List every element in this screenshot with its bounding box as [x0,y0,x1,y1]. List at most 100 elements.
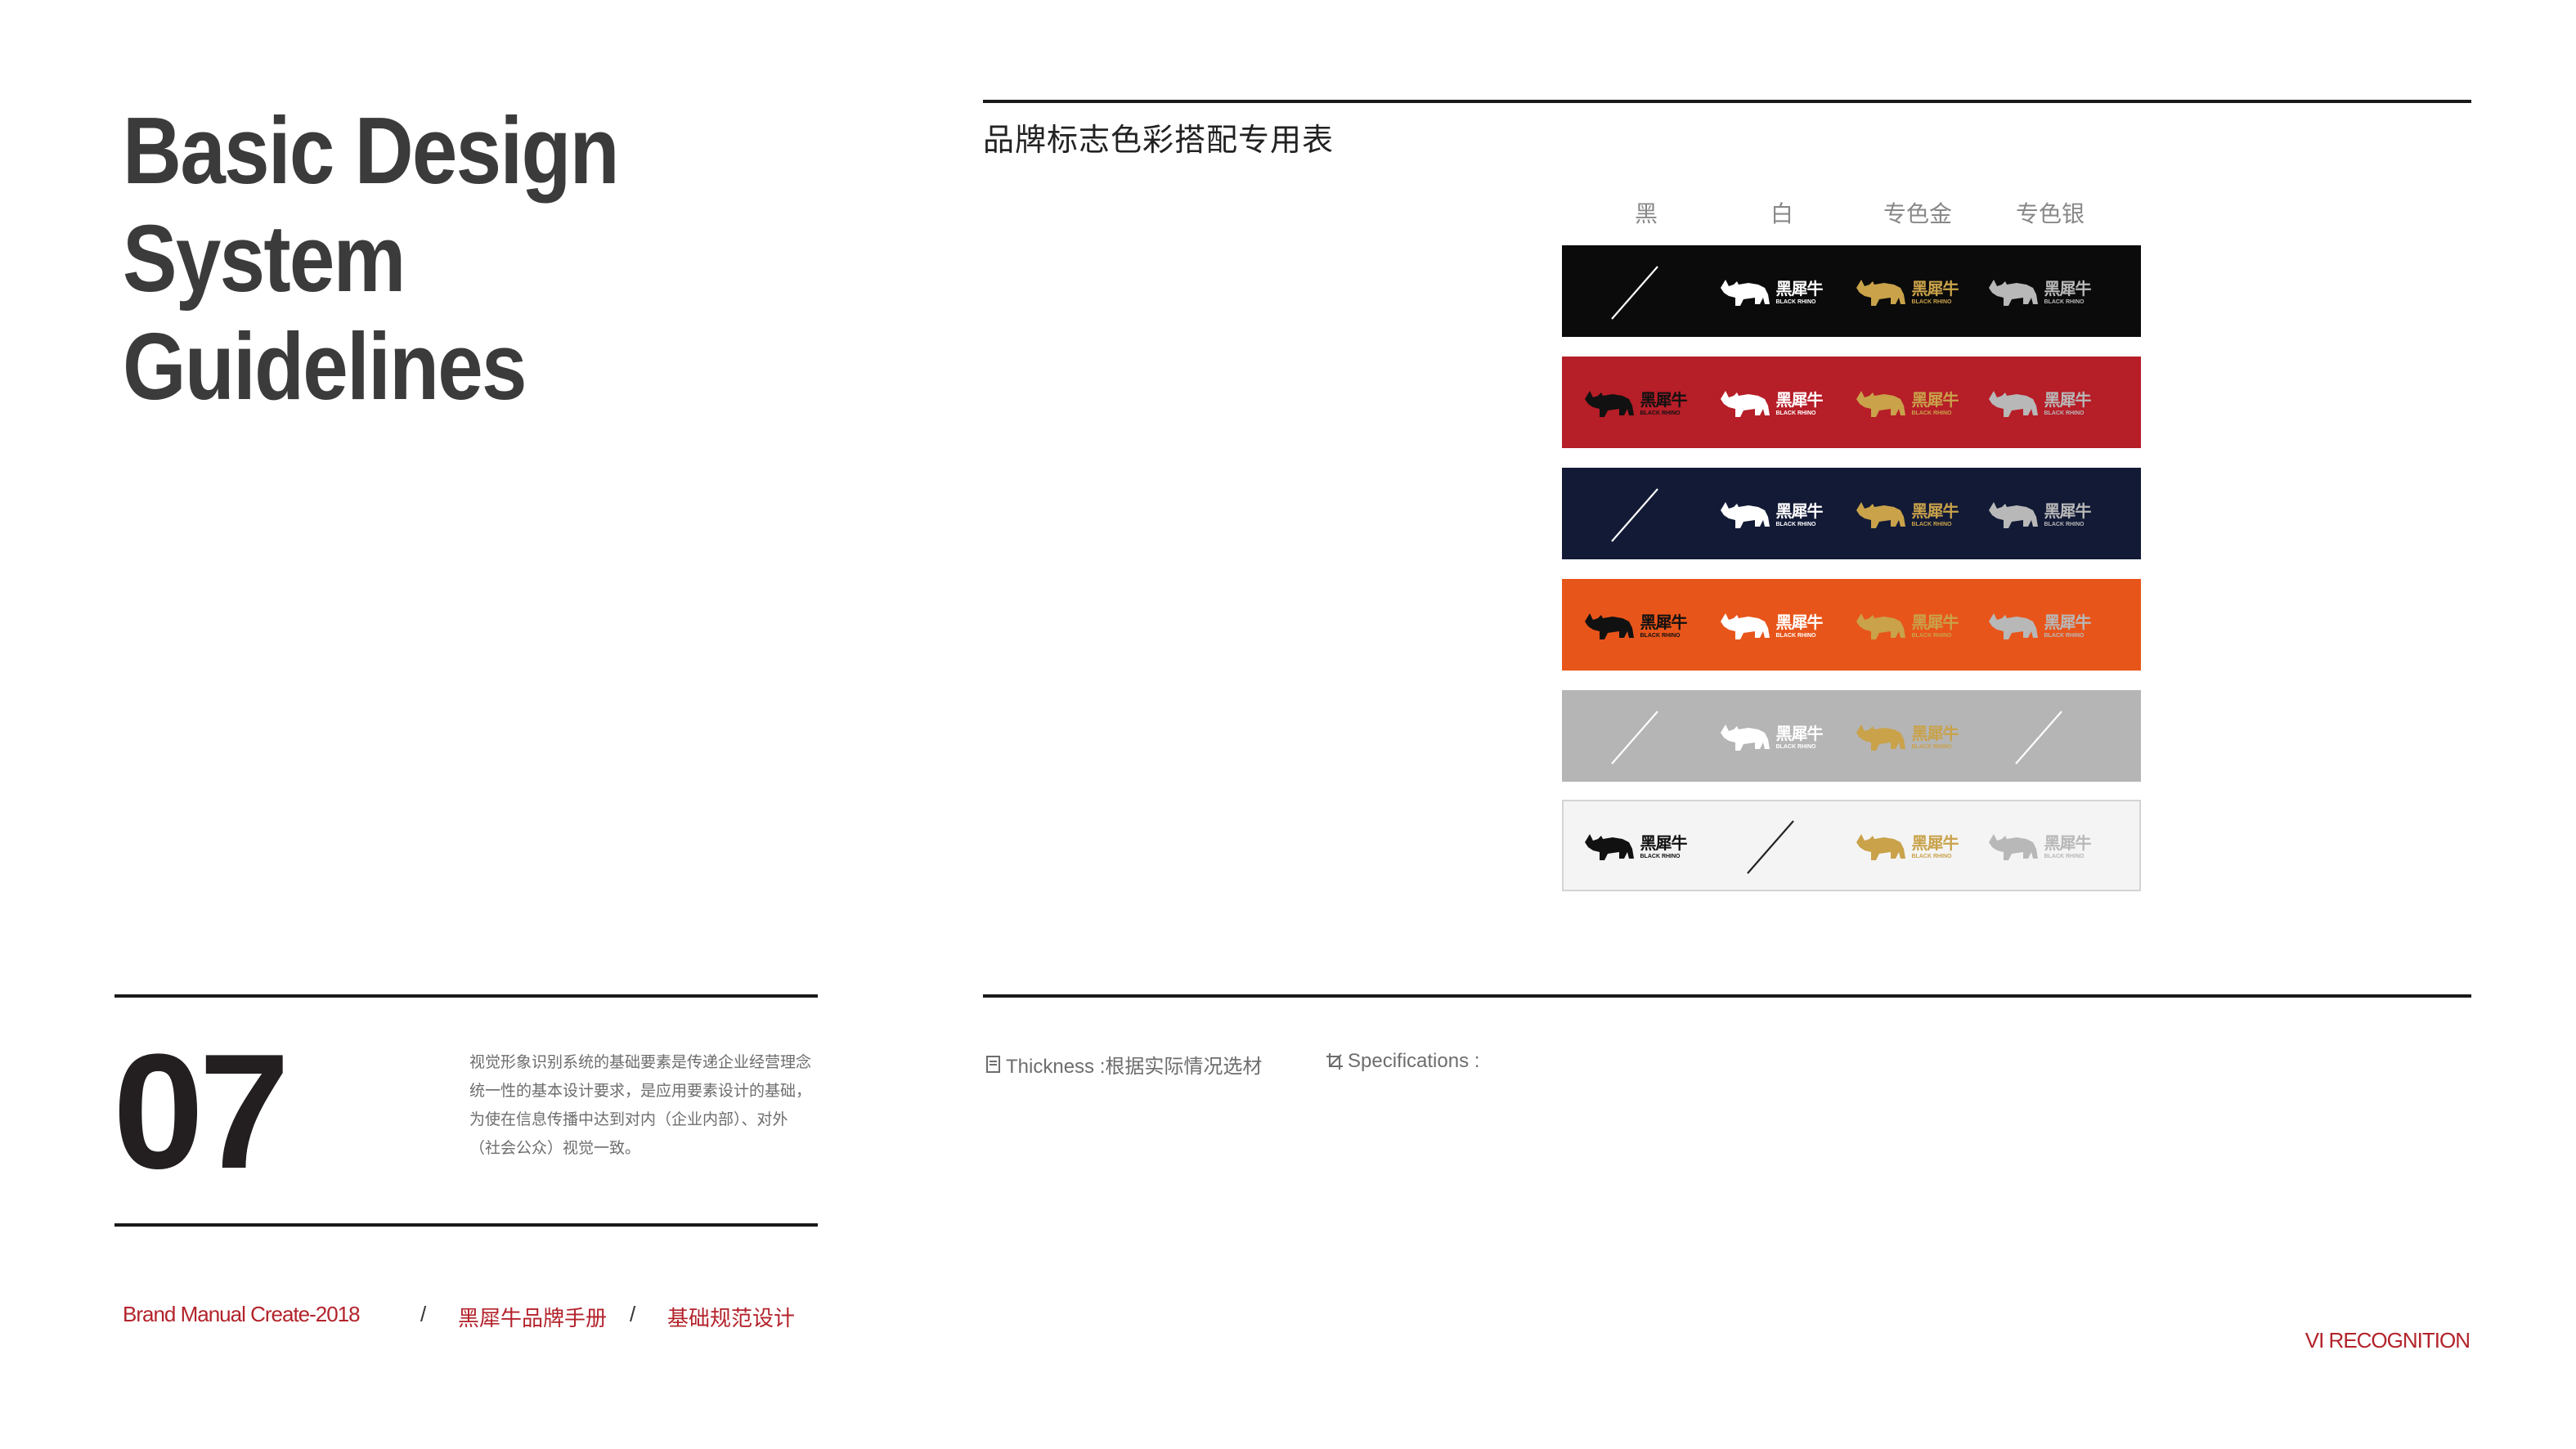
swatch-cell-black [1567,247,1703,339]
swatch-cell-white: 黑犀牛 BLACK RHINO [1703,247,1838,339]
rhino-icon [1584,834,1634,860]
logo-wordmark-cn: 黑犀牛 [2044,391,2092,410]
thickness-label: Thickness :根据实际情况选材 [1006,1056,1263,1078]
logo-wordmark-cn: 黑犀牛 [2044,502,2092,521]
rhino-logo: 黑犀牛 BLACK RHINO [1987,276,2092,309]
right-rule [983,994,2471,998]
logo-wordmark-cn: 黑犀牛 [1775,280,1824,298]
rhino-icon [1988,502,2038,528]
rhino-icon [1856,613,1905,639]
logo-wordmark-en: BLACK RHINO [1640,853,1681,859]
column-header-gold: 专色金 [1883,201,1952,227]
rhino-logo: 黑犀牛 BLACK RHINO [1855,388,1959,420]
left-rule-top [114,994,818,998]
logo-wordmark-en: BLACK RHINO [1911,632,1952,639]
logo-wordmark-en: BLACK RHINO [1911,853,1952,859]
rhino-logo: 黑犀牛 BLACK RHINO [1719,388,1824,420]
page-number: 07 [113,1021,289,1203]
logo-wordmark-cn: 黑犀牛 [1775,613,1824,632]
swatch-cell-gold: 黑犀牛 BLACK RHINO [1838,469,1974,561]
rhino-logo: 黑犀牛 BLACK RHINO [1855,276,1959,309]
swatch-cell-silver: 黑犀牛 BLACK RHINO [1971,801,2107,893]
swatch-cell-white: 黑犀牛 BLACK RHINO [1703,692,1838,783]
logo-wordmark-cn: 黑犀牛 [1911,613,1959,632]
logo-wordmark-cn: 黑犀牛 [1911,724,1959,743]
logo-wordmark-en: BLACK RHINO [1911,410,1952,416]
rhino-logo: 黑犀牛 BLACK RHINO [1987,388,2092,420]
footer-manual: 黑犀牛品牌手册 [458,1306,608,1330]
swatch-cell-black: 黑犀牛 BLACK RHINO [1567,581,1703,672]
logo-wordmark-cn: 黑犀牛 [1911,391,1959,410]
swatch-row: 黑犀牛 BLACK RHINO 黑犀牛 BLACK RHINO 黑犀牛 BLACK RHI… [1562,579,2141,671]
swatch-cell-white: 黑犀牛 BLACK RHINO [1703,358,1838,450]
crop-icon [1326,1053,1343,1070]
rhino-logo: 黑犀牛 BLACK RHINO [1719,610,1824,643]
swatch-cell-silver [1971,692,2107,783]
logo-wordmark-en: BLACK RHINO [2044,632,2085,639]
footer-brand: Brand Manual Create-2018 [123,1302,361,1326]
logo-wordmark-en: BLACK RHINO [1911,743,1952,750]
logo-wordmark-cn: 黑犀牛 [1911,834,1959,853]
logo-wordmark-en: BLACK RHINO [1640,632,1681,639]
page-title: Basic Design System Guidelines [123,96,756,420]
rhino-icon [1720,280,1770,306]
rhino-icon [1584,613,1634,639]
swatch-cell-white [1703,801,1838,893]
left-rule-bottom [114,1223,818,1227]
logo-wordmark-en: BLACK RHINO [1775,632,1816,639]
rhino-logo: 黑犀牛 BLACK RHINO [1855,610,1959,643]
not-applicable-slash [1747,820,1794,874]
swatch-cell-gold: 黑犀牛 BLACK RHINO [1838,358,1974,450]
rhino-icon [1856,502,1905,528]
logo-wordmark-cn: 黑犀牛 [1775,724,1824,743]
logo-wordmark-en: BLACK RHINO [1775,743,1816,750]
swatch-cell-silver: 黑犀牛 BLACK RHINO [1971,358,2107,450]
rhino-logo: 黑犀牛 BLACK RHINO [1855,721,1959,754]
column-header-white: 白 [1770,201,1793,227]
not-applicable-slash [1611,488,1658,542]
swatch-cell-gold: 黑犀牛 BLACK RHINO [1838,247,1974,339]
swatch-cell-silver: 黑犀牛 BLACK RHINO [1971,247,2107,339]
rhino-logo: 黑犀牛 BLACK RHINO [1855,499,1959,532]
column-header-black: 黑 [1634,201,1658,227]
rhino-logo: 黑犀牛 BLACK RHINO [1855,831,1959,864]
logo-wordmark-en: BLACK RHINO [2044,521,2085,527]
logo-wordmark-en: BLACK RHINO [1775,521,1816,527]
swatch-cell-silver: 黑犀牛 BLACK RHINO [1971,581,2107,672]
title-line-2: System [123,205,406,312]
specifications-spec: Specifications : [1325,1050,1479,1073]
logo-wordmark-en: BLACK RHINO [1640,410,1681,416]
logo-wordmark-cn: 黑犀牛 [2044,613,2092,632]
not-applicable-slash [1611,266,1658,320]
logo-wordmark-en: BLACK RHINO [1775,298,1816,305]
rhino-icon [1720,724,1770,751]
not-applicable-slash [2015,711,2062,765]
logo-wordmark-cn: 黑犀牛 [1775,391,1824,410]
footer-separator-2: / [630,1302,636,1326]
logo-wordmark-en: BLACK RHINO [1911,298,1952,305]
rhino-icon [1988,613,2038,639]
logo-wordmark-cn: 黑犀牛 [2044,834,2092,853]
document-icon [986,1055,1000,1073]
rhino-logo: 黑犀牛 BLACK RHINO [1719,499,1824,532]
logo-wordmark-cn: 黑犀牛 [1640,834,1688,853]
swatch-cell-white: 黑犀牛 BLACK RHINO [1703,469,1838,561]
logo-wordmark-en: BLACK RHINO [2044,853,2085,859]
rhino-logo: 黑犀牛 BLACK RHINO [1987,831,2092,864]
swatch-cell-silver: 黑犀牛 BLACK RHINO [1971,469,2107,561]
footer-separator-1: / [420,1302,427,1326]
swatch-row: 黑犀牛 BLACK RHINO 黑犀牛 BLACK RHINO 黑犀牛 BLACK RHI… [1562,245,2141,337]
logo-wordmark-en: BLACK RHINO [2044,410,2085,416]
swatch-row: 黑犀牛 BLACK RHINO 黑犀牛 BLACK RHINO 黑犀牛 BLACK RHI… [1562,800,2141,891]
rhino-icon [1584,391,1634,417]
top-rule [983,100,2471,103]
title-line-3: Guidelines [123,313,527,419]
rhino-icon [1988,391,2038,417]
column-header-silver: 专色银 [2015,201,2085,227]
logo-wordmark-cn: 黑犀牛 [1911,502,1959,521]
rhino-icon [1856,724,1905,751]
logo-wordmark-en: BLACK RHINO [2044,298,2085,305]
logo-wordmark-en: BLACK RHINO [1911,521,1952,527]
logo-wordmark-cn: 黑犀牛 [1640,391,1688,410]
rhino-icon [1856,391,1905,417]
